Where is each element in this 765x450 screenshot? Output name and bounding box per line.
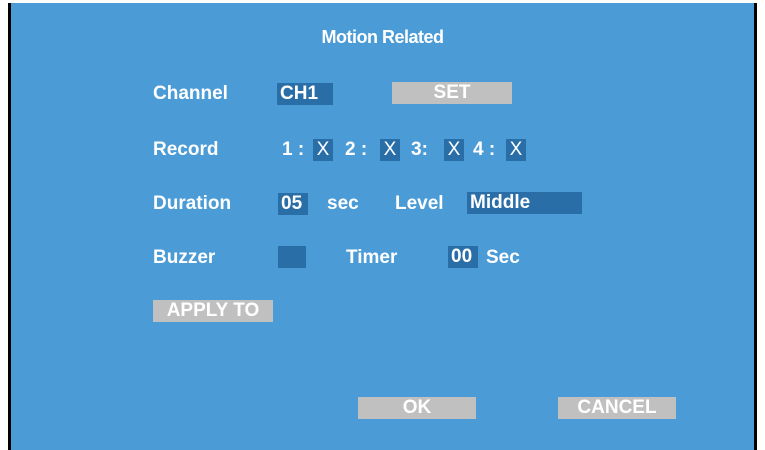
record-slot-1-label: 1 : <box>282 139 305 160</box>
duration-unit: sec <box>327 193 359 214</box>
buzzer-label: Buzzer <box>153 247 216 268</box>
ok-button[interactable]: OK <box>358 397 476 419</box>
set-button[interactable]: SET <box>392 82 512 104</box>
record-slot-1-toggle[interactable]: X <box>313 139 333 161</box>
record-slot-2-toggle[interactable]: X <box>380 139 400 161</box>
timer-field[interactable]: 00 <box>448 246 478 268</box>
record-slot-4-label: 4 : <box>473 139 496 160</box>
cancel-button[interactable]: CANCEL <box>558 397 676 419</box>
screen: Motion Related Channel CH1 SET Record 1 … <box>0 0 765 450</box>
dialog-title: Motion Related <box>321 27 445 47</box>
timer-unit: Sec <box>486 247 520 268</box>
apply-to-button[interactable]: APPLY TO <box>153 300 273 322</box>
duration-label: Duration <box>153 193 232 214</box>
record-slot-2-label: 2 : <box>345 139 368 160</box>
record-slot-3-label: 3: <box>411 139 428 160</box>
channel-label: Channel <box>153 83 228 104</box>
buzzer-toggle[interactable] <box>278 246 306 268</box>
record-slot-4-toggle[interactable]: X <box>506 139 526 161</box>
channel-select[interactable]: CH1 <box>277 83 333 105</box>
record-label: Record <box>153 139 219 160</box>
record-slot-3-toggle[interactable]: X <box>444 139 464 161</box>
duration-field[interactable]: 05 <box>278 193 308 215</box>
motion-related-dialog: Motion Related Channel CH1 SET Record 1 … <box>8 3 757 450</box>
timer-label: Timer <box>346 247 398 268</box>
level-label: Level <box>395 193 444 214</box>
level-select[interactable]: Middle <box>467 192 582 214</box>
